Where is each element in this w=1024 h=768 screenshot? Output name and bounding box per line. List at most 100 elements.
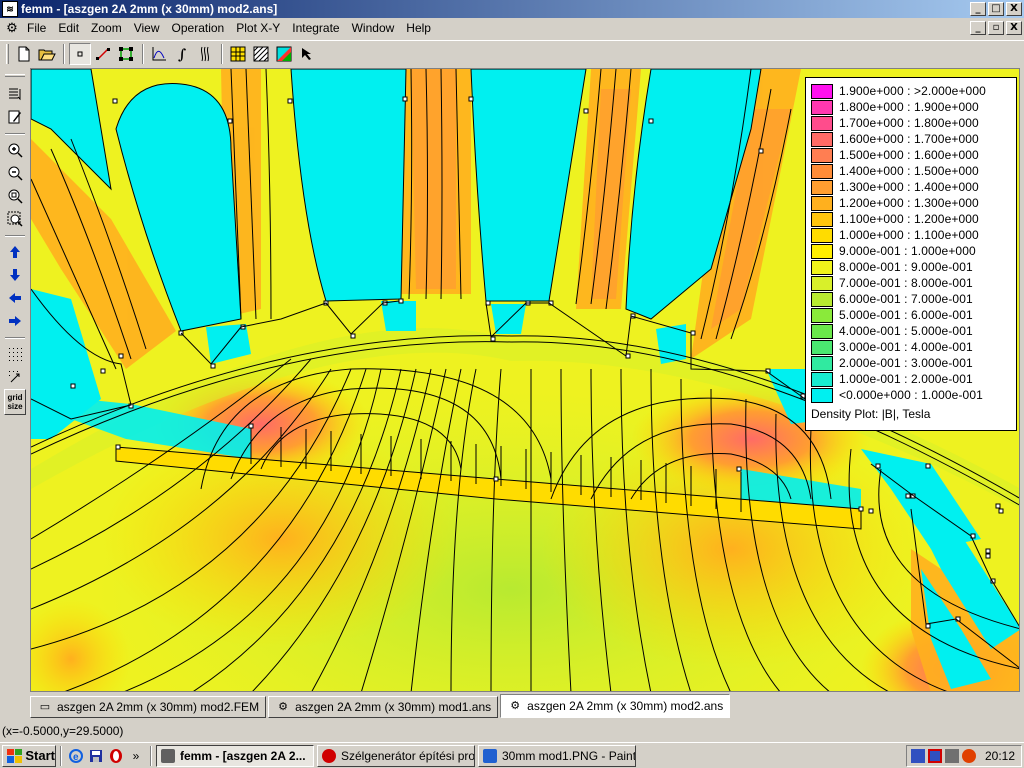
menu-help[interactable]: Help <box>400 18 437 38</box>
mesh-toggle-icon[interactable] <box>227 43 249 65</box>
doc-restore-button[interactable]: ▫ <box>988 21 1004 35</box>
menu-integrate[interactable]: Integrate <box>286 18 345 38</box>
toolbar-grip[interactable] <box>6 43 9 64</box>
hatch-toggle-icon[interactable] <box>250 43 272 65</box>
legend-row: 1.000e+000 : 1.100e+000 <box>811 227 1012 243</box>
tab-mod2-ans[interactable]: ⚙ aszgen 2A 2mm (x 30mm) mod2.ans <box>500 694 731 718</box>
menu-plot-xy[interactable]: Plot X-Y <box>230 18 286 38</box>
menu-file[interactable]: File <box>21 18 52 38</box>
opera-icon[interactable] <box>106 746 126 766</box>
task-label: 30mm mod1.PNG - Paint <box>502 748 636 763</box>
quick-launch-expand[interactable]: » <box>126 746 146 766</box>
grid-size-button[interactable]: grid size <box>4 389 26 415</box>
femm-document-icon: ▭ <box>39 701 51 713</box>
legend-swatch <box>811 355 833 371</box>
task-label: Szélgenerátor építési pro... <box>341 748 475 763</box>
document-menu-icon[interactable]: ⚙ <box>3 20 21 36</box>
pan-left-icon[interactable] <box>4 287 26 309</box>
edit-properties-icon[interactable] <box>4 106 26 128</box>
task-opera[interactable]: Szélgenerátor építési pro... <box>317 744 475 767</box>
legend-swatch <box>811 339 833 355</box>
legend-label: 3.000e-001 : 4.000e-001 <box>839 340 973 354</box>
task-label: femm - [aszgen 2A 2... <box>180 748 306 763</box>
legend-row: 8.000e-001 : 9.000e-001 <box>811 259 1012 275</box>
legend-swatch <box>811 275 833 291</box>
paint-task-icon <box>483 748 497 763</box>
zoom-natural-icon[interactable] <box>4 185 26 207</box>
femm-task-icon <box>161 748 175 763</box>
system-tray: 20:12 <box>906 745 1022 767</box>
select-arrow-icon[interactable] <box>296 43 318 65</box>
show-grid-icon[interactable] <box>4 343 26 365</box>
contour-plot-icon[interactable] <box>194 43 216 65</box>
legend-swatch <box>811 179 833 195</box>
zoom-window-icon[interactable] <box>4 208 26 230</box>
security-alert-icon[interactable] <box>962 749 976 763</box>
start-button[interactable]: Start <box>2 744 56 767</box>
legend-swatch <box>811 243 833 259</box>
point-mode-icon[interactable] <box>69 42 91 65</box>
legend-label: 7.000e-001 : 8.000e-001 <box>839 276 973 290</box>
open-folder-icon[interactable] <box>36 43 58 65</box>
legend-swatch <box>811 387 833 403</box>
pan-right-icon[interactable] <box>4 310 26 332</box>
legend-swatch <box>811 227 833 243</box>
pan-up-icon[interactable] <box>4 241 26 263</box>
legend-row: 1.900e+000 : >2.000e+000 <box>811 83 1012 99</box>
menu-operation[interactable]: Operation <box>166 18 231 38</box>
legend-swatch <box>811 195 833 211</box>
zoom-out-icon[interactable] <box>4 162 26 184</box>
density-legend: 1.900e+000 : >2.000e+000 1.800e+000 : 1.… <box>805 77 1017 431</box>
network-disconnected-icon[interactable] <box>928 749 942 763</box>
zoom-in-icon[interactable] <box>4 139 26 161</box>
pan-down-icon[interactable] <box>4 264 26 286</box>
close-button[interactable]: X <box>1006 2 1022 16</box>
start-label: Start <box>25 748 55 763</box>
menu-zoom[interactable]: Zoom <box>85 18 128 38</box>
integral-icon[interactable]: ∫ <box>171 43 193 65</box>
density-plot-canvas[interactable]: 1.900e+000 : >2.000e+000 1.800e+000 : 1.… <box>30 68 1020 692</box>
legend-swatch <box>811 211 833 227</box>
doc-minimize-button[interactable]: _ <box>970 21 986 35</box>
legend-swatch <box>811 163 833 179</box>
legend-row: 7.000e-001 : 8.000e-001 <box>811 275 1012 291</box>
status-bar: (x=-0.5000,y=29.5000) <box>0 720 1024 742</box>
menu-window[interactable]: Window <box>346 18 401 38</box>
legend-label: 9.000e-001 : 1.000e+000 <box>839 244 976 258</box>
legend-swatch <box>811 291 833 307</box>
task-femm[interactable]: femm - [aszgen 2A 2... <box>156 744 314 767</box>
area-mode-icon[interactable] <box>115 43 137 65</box>
density-plot-icon[interactable] <box>273 43 295 65</box>
doc-close-button[interactable]: X <box>1006 21 1022 35</box>
legend-label: 1.900e+000 : >2.000e+000 <box>839 84 986 98</box>
ie-icon[interactable]: e <box>66 746 86 766</box>
xy-plot-icon[interactable] <box>148 43 170 65</box>
svg-text:∫: ∫ <box>178 47 186 62</box>
femm-app-icon[interactable]: ≋ <box>2 1 18 17</box>
legend-label: 1.800e+000 : 1.900e+000 <box>839 100 979 114</box>
tab-label: aszgen 2A 2mm (x 30mm) mod2.FEM <box>57 700 260 714</box>
contour-mode-icon[interactable] <box>92 43 114 65</box>
minimize-button[interactable]: _ <box>970 2 986 16</box>
network-icon[interactable] <box>911 749 925 763</box>
new-file-icon[interactable] <box>13 43 35 65</box>
menu-view[interactable]: View <box>128 18 166 38</box>
legend-swatch <box>811 371 833 387</box>
save-disk-icon[interactable] <box>86 746 106 766</box>
legend-label: 1.500e+000 : 1.600e+000 <box>839 148 979 162</box>
coordinate-readout: (x=-0.5000,y=29.5000) <box>2 724 124 738</box>
tab-mod2-fem[interactable]: ▭ aszgen 2A 2mm (x 30mm) mod2.FEM <box>30 696 267 718</box>
tab-label: aszgen 2A 2mm (x 30mm) mod1.ans <box>295 700 492 714</box>
tab-mod1-ans[interactable]: ⚙ aszgen 2A 2mm (x 30mm) mod1.ans <box>268 696 499 718</box>
outputs-icon[interactable] <box>4 83 26 105</box>
legend-row: 1.700e+000 : 1.800e+000 <box>811 115 1012 131</box>
tab-label: aszgen 2A 2mm (x 30mm) mod2.ans <box>527 699 724 713</box>
maximize-button[interactable]: □ <box>988 2 1004 16</box>
clock[interactable]: 20:12 <box>985 749 1015 763</box>
legend-swatch <box>811 307 833 323</box>
task-paint[interactable]: 30mm mod1.PNG - Paint <box>478 744 636 767</box>
legend-row: 4.000e-001 : 5.000e-001 <box>811 323 1012 339</box>
speaker-icon[interactable] <box>945 749 959 763</box>
menu-edit[interactable]: Edit <box>52 18 85 38</box>
snap-grid-icon[interactable] <box>4 366 26 388</box>
